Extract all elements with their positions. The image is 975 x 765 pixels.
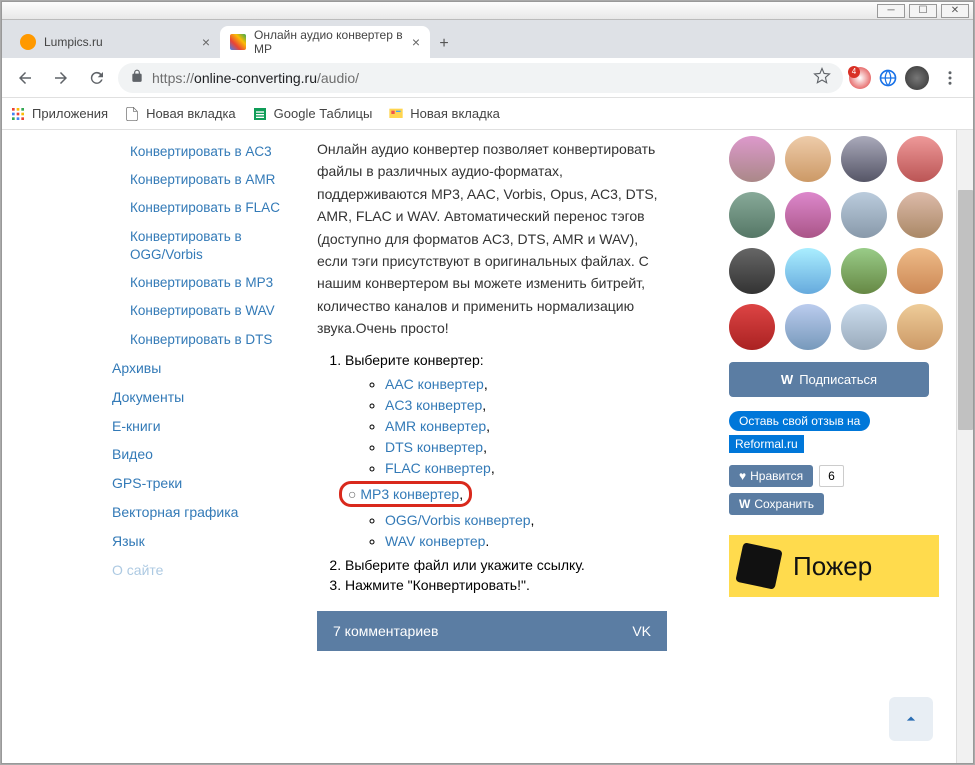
avatar[interactable] (841, 248, 887, 294)
sidebar-item[interactable]: Е-книги (112, 412, 287, 441)
new-tab-button[interactable]: + (430, 30, 458, 58)
reload-button[interactable] (82, 63, 112, 93)
back-button[interactable] (10, 63, 40, 93)
converter-link[interactable]: FLAC конвертер (385, 460, 491, 476)
right-column: W Подписаться Оставь свой отзыв на Refor… (723, 130, 943, 597)
window-title-bar: ─ ☐ ✕ (2, 2, 973, 20)
window-maximize-button[interactable]: ☐ (909, 4, 937, 18)
avatar[interactable] (729, 192, 775, 238)
vk-subscribe-button[interactable]: W Подписаться (729, 362, 929, 397)
converter-link-highlighted[interactable]: MP3 конвертер (360, 486, 459, 502)
browser-tabs-row: Lumpics.ru × Онлайн аудио конвертер в MP… (2, 20, 973, 58)
profile-avatar[interactable] (905, 66, 929, 90)
window-close-button[interactable]: ✕ (941, 4, 969, 18)
address-bar[interactable]: https://online-converting.ru/audio/ (118, 63, 843, 93)
avatar[interactable] (729, 248, 775, 294)
url-text: https://online-converting.ru/audio/ (152, 70, 359, 86)
avatar[interactable] (785, 192, 831, 238)
avatar[interactable] (785, 136, 831, 182)
review-badge[interactable]: Оставь свой отзыв на (729, 411, 870, 431)
sidebar-item[interactable]: Документы (112, 383, 287, 412)
step-item: Выберите конвертер: AAC конвертер, AC3 к… (345, 352, 667, 549)
step-item: Нажмите "Конвертировать!". (345, 577, 667, 593)
apps-label: Приложения (32, 106, 108, 121)
tab-title: Онлайн аудио конвертер в MP (254, 28, 404, 56)
sidebar-item[interactable]: Язык (112, 527, 287, 556)
close-icon[interactable]: × (412, 34, 420, 50)
wallet-icon (735, 542, 782, 589)
bookmark-star-icon[interactable] (813, 67, 831, 88)
close-icon[interactable]: × (202, 34, 210, 50)
chrome-menu-button[interactable] (935, 63, 965, 93)
extension-icon[interactable]: 4 (849, 67, 871, 89)
avatar[interactable] (897, 136, 943, 182)
apps-button[interactable]: Приложения (10, 106, 108, 122)
comments-count: 7 комментариев (333, 623, 438, 639)
browser-tab-active[interactable]: Онлайн аудио конвертер в MP × (220, 26, 430, 58)
converter-link[interactable]: DTS конвертер (385, 439, 483, 455)
extension-globe-icon[interactable] (877, 67, 899, 89)
vk-like-count: 6 (819, 465, 844, 487)
bookmark-item[interactable]: Новая вкладка (388, 106, 500, 122)
tab-title: Lumpics.ru (44, 35, 103, 49)
sidebar-subitem[interactable]: Конвертировать в AC3 (112, 138, 287, 166)
converter-link[interactable]: AMR конвертер (385, 418, 486, 434)
sidebar-item[interactable]: Видео (112, 440, 287, 469)
address-bar-row: https://online-converting.ru/audio/ 4 (2, 58, 973, 98)
comments-header[interactable]: 7 комментариев VK (317, 611, 667, 651)
sidebar-subitem[interactable]: Конвертировать в AMR (112, 166, 287, 194)
sidebar-subitem[interactable]: Конвертировать в MP3 (112, 269, 287, 297)
browser-tab[interactable]: Lumpics.ru × (10, 26, 220, 58)
bookmark-item[interactable]: Google Таблицы (252, 106, 373, 122)
sidebar-subitem[interactable]: Конвертировать в WAV (112, 297, 287, 325)
step-item: Выберите файл или укажите ссылку. (345, 557, 667, 573)
lock-icon (130, 69, 144, 86)
converter-link[interactable]: WAV конвертер (385, 533, 485, 549)
ad-banner[interactable]: Пожер (729, 535, 939, 597)
avatar[interactable] (729, 136, 775, 182)
extension-badge: 4 (848, 66, 860, 78)
vk-label: VK (632, 623, 651, 639)
avatar[interactable] (785, 248, 831, 294)
main-content: Онлайн аудио конвертер позволяет конверт… (287, 130, 687, 763)
vertical-scrollbar[interactable] (956, 130, 973, 763)
avatar[interactable] (785, 304, 831, 350)
scroll-to-top-button[interactable] (889, 697, 933, 741)
vk-like-button[interactable]: ♥ Нравится (729, 465, 813, 487)
sidebar-item[interactable]: Векторная графика (112, 498, 287, 527)
subscriber-avatars (729, 136, 943, 350)
avatar[interactable] (897, 304, 943, 350)
converter-link[interactable]: AAC конвертер (385, 376, 484, 392)
forward-button[interactable] (46, 63, 76, 93)
avatar[interactable] (841, 304, 887, 350)
vk-save-button[interactable]: W Сохранить (729, 493, 824, 515)
sidebar-item[interactable]: О сайте (112, 556, 287, 585)
avatar[interactable] (897, 192, 943, 238)
reformal-link[interactable]: Reformal.ru (729, 435, 804, 453)
bookmark-item[interactable]: Новая вкладка (124, 106, 236, 122)
avatar[interactable] (841, 136, 887, 182)
converter-link[interactable]: OGG/Vorbis конвертер (385, 512, 531, 528)
tab-favicon (20, 34, 36, 50)
scrollbar-thumb[interactable] (958, 190, 973, 430)
sidebar-subitem[interactable]: Конвертировать в OGG/Vorbis (112, 223, 287, 269)
sidebar: Конвертировать в AC3 Конвертировать в AM… (112, 130, 287, 763)
sidebar-subitem[interactable]: Конвертировать в FLAC (112, 194, 287, 222)
sidebar-item[interactable]: GPS-треки (112, 469, 287, 498)
description-text: Онлайн аудио конвертер позволяет конверт… (317, 138, 667, 340)
avatar[interactable] (897, 248, 943, 294)
converter-link[interactable]: AC3 конвертер (385, 397, 482, 413)
sidebar-subitem[interactable]: Конвертировать в DTS (112, 326, 287, 354)
window-minimize-button[interactable]: ─ (877, 4, 905, 18)
tab-favicon (230, 34, 246, 50)
avatar[interactable] (729, 304, 775, 350)
avatar[interactable] (841, 192, 887, 238)
sidebar-item[interactable]: Архивы (112, 354, 287, 383)
bookmarks-bar: Приложения Новая вкладка Google Таблицы … (2, 98, 973, 130)
